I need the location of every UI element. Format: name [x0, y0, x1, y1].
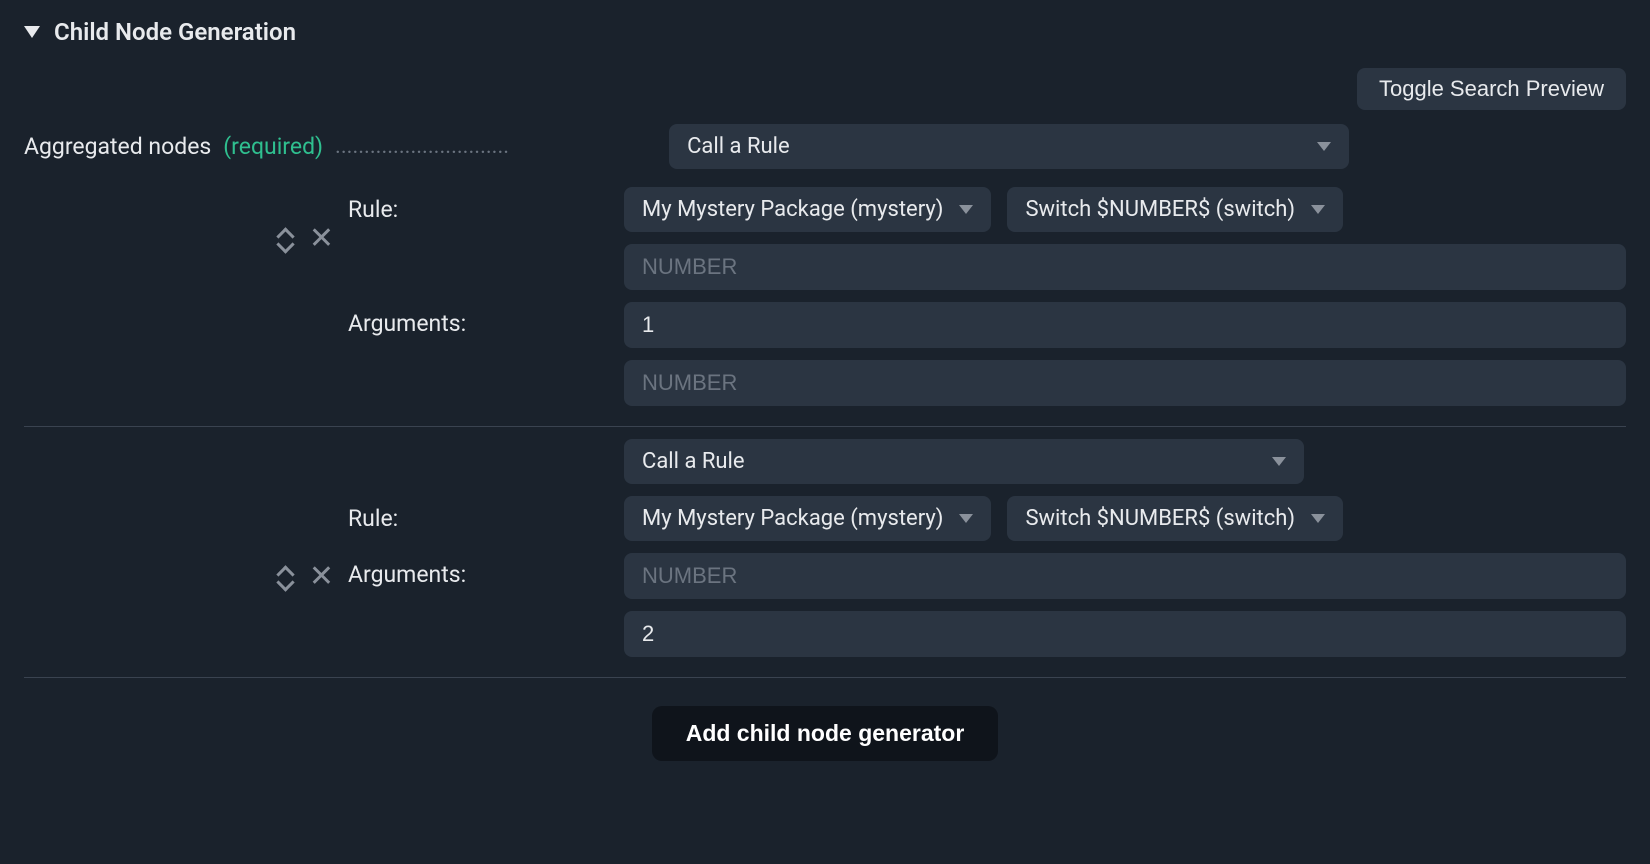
remove-row-button[interactable]: ✕: [309, 562, 334, 592]
add-child-node-generator-button[interactable]: Add child node generator: [652, 706, 999, 761]
node-action-value: Call a Rule: [642, 449, 745, 474]
rule-label: Rule:: [344, 505, 614, 532]
remove-row-button[interactable]: ✕: [309, 224, 334, 254]
child-node-row: Call a Rule ✕ Rule: My Mystery Package (…: [24, 439, 1626, 678]
chevron-down-icon: [1311, 205, 1325, 214]
rule-switch-value: Switch $NUMBER$ (switch): [1025, 506, 1295, 531]
argument-input[interactable]: [624, 244, 1626, 290]
dotted-leader: ..............................: [335, 134, 509, 159]
rule-switch-select[interactable]: Switch $NUMBER$ (switch): [1007, 496, 1343, 541]
row-controls: ✕: [229, 562, 334, 592]
footer-row: Add child node generator: [24, 690, 1626, 761]
row-controls: ✕: [229, 224, 334, 254]
arguments-label: Arguments:: [344, 302, 614, 337]
aggregated-nodes-row: Aggregated nodes (required) ............…: [24, 118, 1626, 169]
child-node-row: ✕ Rule: My Mystery Package (mystery) Swi…: [24, 175, 1626, 427]
argument-input[interactable]: [624, 553, 1626, 599]
argument-value-input[interactable]: [624, 611, 1626, 657]
section-title: Child Node Generation: [54, 18, 296, 46]
chevron-up-icon: [277, 228, 291, 236]
rule-package-value: My Mystery Package (mystery): [642, 197, 943, 222]
chevron-down-icon: [1272, 457, 1286, 466]
rule-switch-select[interactable]: Switch $NUMBER$ (switch): [1007, 187, 1343, 232]
aggregated-action-value: Call a Rule: [687, 134, 790, 159]
argument-value-input[interactable]: [624, 302, 1626, 348]
rule-selects: My Mystery Package (mystery) Switch $NUM…: [624, 187, 1626, 232]
reorder-stepper[interactable]: [277, 228, 291, 250]
chevron-down-icon: [959, 514, 973, 523]
chevron-down-icon: [277, 242, 291, 250]
reorder-stepper[interactable]: [277, 566, 291, 588]
argument-input[interactable]: [624, 360, 1626, 406]
rule-selects: My Mystery Package (mystery) Switch $NUM…: [624, 496, 1626, 541]
section-header[interactable]: Child Node Generation: [24, 12, 1626, 64]
chevron-up-icon: [277, 566, 291, 574]
chevron-down-icon: [1311, 514, 1325, 523]
collapse-toggle-icon[interactable]: [24, 26, 40, 38]
aggregated-nodes-label: Aggregated nodes: [24, 133, 211, 160]
rule-switch-value: Switch $NUMBER$ (switch): [1025, 197, 1295, 222]
aggregated-action-select[interactable]: Call a Rule: [669, 124, 1349, 169]
rule-package-select[interactable]: My Mystery Package (mystery): [624, 496, 991, 541]
node-action-select[interactable]: Call a Rule: [624, 439, 1304, 484]
argument-input-wrap-2: [624, 360, 1626, 406]
arguments-label: Arguments:: [344, 553, 614, 588]
toggle-search-preview-button[interactable]: Toggle Search Preview: [1357, 68, 1626, 110]
chevron-down-icon: [959, 205, 973, 214]
rule-package-value: My Mystery Package (mystery): [642, 506, 943, 531]
argument-value-wrap: [624, 302, 1626, 348]
required-indicator: (required): [223, 133, 323, 160]
argument-input-wrap: [624, 244, 1626, 290]
toggle-row: Toggle Search Preview: [24, 64, 1626, 118]
rule-package-select[interactable]: My Mystery Package (mystery): [624, 187, 991, 232]
argument-inputs: [624, 553, 1626, 657]
chevron-down-icon: [277, 580, 291, 588]
rule-label: Rule:: [344, 196, 614, 223]
chevron-down-icon: [1317, 142, 1331, 151]
child-node-generation-panel: Child Node Generation Toggle Search Prev…: [0, 0, 1650, 785]
